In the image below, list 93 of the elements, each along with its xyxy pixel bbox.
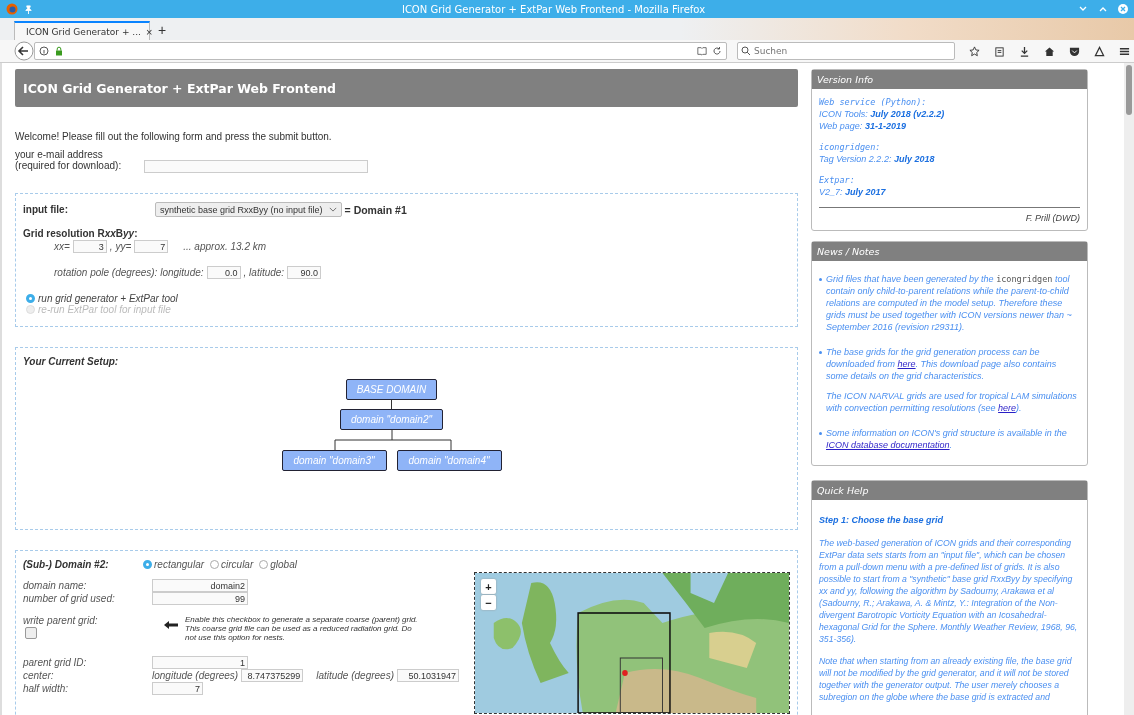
welcome-text: Welcome! Please fill out the following form and press the submit button.	[15, 131, 333, 142]
tab-close-button[interactable]: ×	[145, 25, 153, 38]
parent-grid-label: write parent grid:	[23, 615, 99, 626]
xx-label: xx=	[54, 241, 70, 252]
version-line: Extpar:	[819, 174, 856, 186]
longitude-label: longitude (degrees)	[152, 670, 239, 681]
help-text: Note that when starting from an already existing file, the base grid will not be modified by the grid generator, and it will not be stored together with the generator output. The user merely chooses a subregion on the globe where the base grid is extracted and	[819, 655, 1073, 703]
grid-number-field[interactable]: 99	[152, 592, 248, 605]
latitude-field[interactable]: 90.0	[287, 266, 322, 279]
domain-name-label: domain name:	[23, 580, 88, 591]
domain-label: = Domain #1	[344, 203, 407, 216]
input-file-label: input file:	[23, 204, 69, 215]
menu-icon[interactable]	[1119, 45, 1130, 57]
close-icon[interactable]	[1118, 4, 1128, 14]
input-file-dropdown[interactable]: synthetic base grid RxxByy (no input file)	[155, 202, 342, 217]
panel-title: Version Info	[812, 70, 1087, 89]
longitude-field[interactable]: 0.0	[206, 266, 241, 279]
shape-radio[interactable]	[210, 560, 220, 569]
grid-number-label: number of grid used:	[23, 593, 116, 604]
latitude-label: , latitude:	[243, 267, 285, 278]
back-icon[interactable]	[14, 41, 34, 61]
page-title: ICON Grid Generator + ExtPar Web Frontend	[23, 80, 337, 96]
search-field[interactable]: Suchen	[737, 42, 955, 60]
mode-label: run grid generator + ExtPar tool	[38, 293, 178, 304]
download-icon[interactable]	[1019, 45, 1030, 57]
star-icon[interactable]	[969, 45, 980, 57]
yy-field[interactable]: 7	[134, 240, 169, 253]
center-longitude-field[interactable]: 8.747375299	[241, 669, 304, 682]
parent-grid-note: Enable this checkbox to generate a separate coarse (parent) grid. This coarse grid file can be used as a reduced radiation grid. Do not use this option for nests.	[185, 615, 419, 642]
help-text: The web-based generation of ICON grids and their corresponding ExtPar data sets starts from an "input file", which can be chosen from a pull-down menu with a pre-defined list of grids. It is also possible to start from a "synthetic" base grid RxxByy by specifying xx and yy, following the algorithm by Sadourny, Arakawa et al (Sadourny, R.; Arakawa, A. & Mintz, Y.: Integration of the Non-divergent Barotropic Vorticity Equation with an Icosahedral-hexagonal Grid for the Sphere. Monthly Weather Review, 1968, 96, 351-356).	[819, 537, 1079, 645]
xx-field[interactable]: 3	[72, 240, 107, 253]
shape-radio[interactable]	[259, 560, 269, 569]
news-text: Grid files that have been generated by the icongridgen tool contain only child-to-parent relations while the parent-to-child relations are computed in the model setup. Therefore these grids must be used together with ICON versions newer than ~ September 2016 (revision r29311).	[826, 273, 1073, 333]
map-panel[interactable]: + −	[474, 572, 790, 714]
rotation-pole-label: rotation pole (degrees): longitude:	[54, 267, 204, 278]
half-width-label: half width:	[23, 683, 70, 694]
author-credit: F. Prill (DWD)	[1024, 212, 1080, 224]
grid-resolution-heading: Grid resolution RxxByy:	[23, 228, 139, 239]
reader-view-icon[interactable]	[697, 46, 707, 56]
link[interactable]: ICON database documentation	[826, 440, 950, 450]
zoom-in-button[interactable]: +	[481, 579, 496, 594]
center-label: center:	[23, 670, 55, 681]
step-heading: Step 1: Choose the base grid	[819, 514, 945, 526]
shape-label: circular	[221, 559, 254, 570]
center-latitude-field[interactable]: 50.1031947	[397, 669, 459, 682]
half-width-field[interactable]: 7	[152, 682, 203, 695]
version-line: ICON Tools: July 2018 (v2.2.2)	[819, 108, 946, 120]
version-line: Web page: 31-1-2019	[819, 120, 907, 132]
email-field[interactable]	[144, 160, 368, 173]
triangle-icon[interactable]	[1094, 45, 1105, 57]
setup-heading: Your Current Setup:	[23, 356, 120, 367]
browser-tab[interactable]: ICON Grid Generator + ... ×	[14, 21, 150, 40]
tab-title: ICON Grid Generator + ...	[26, 26, 141, 37]
reload-icon[interactable]	[712, 46, 722, 56]
pin-icon[interactable]	[24, 4, 33, 14]
zoom-out-button[interactable]: −	[481, 595, 496, 610]
mode-radio[interactable]	[26, 294, 35, 303]
parent-id-label: parent grid ID:	[23, 657, 88, 668]
mode-label: re-run ExtPar tool for input file	[38, 304, 171, 315]
version-line: Tag Version 2.2.2: July 2018	[819, 153, 936, 165]
version-line: icongridgen:	[819, 141, 882, 153]
home-icon[interactable]	[1044, 45, 1055, 57]
clipboard-icon[interactable]	[994, 45, 1005, 57]
parent-id-field[interactable]: 1	[152, 656, 248, 669]
domain-name-field[interactable]: domain2	[152, 579, 248, 592]
panel-title: Quick Help	[812, 481, 1087, 500]
version-line: Web service (Python):	[819, 96, 928, 108]
news-text: Some information on ICON's grid structure is available in the ICON database documentation.	[826, 427, 1068, 451]
email-label: your e-mail address	[15, 149, 103, 160]
resolution-estimate: ... approx. 13.2 km	[183, 241, 267, 252]
panel-title: News / Notes	[812, 242, 1087, 261]
yy-label: , yy=	[109, 241, 132, 252]
news-text: The base grids for the grid generation process can be downloaded from here. This download page also contains some details on the grid characteristics.	[826, 346, 1058, 382]
lock-icon[interactable]	[54, 46, 64, 56]
pocket-icon[interactable]	[1069, 45, 1080, 57]
latitude-label: latitude (degrees)	[316, 670, 394, 681]
arrow-left-icon	[164, 621, 178, 629]
link[interactable]: here	[897, 359, 916, 369]
version-line: V2_7: July 2017	[819, 186, 887, 198]
window-title: ICON Grid Generator + ExtPar Web Frontend - Mozilla Firefox	[400, 3, 707, 15]
email-hint: (required for download):	[15, 160, 123, 171]
shape-label: global	[270, 559, 297, 570]
scrollbar[interactable]	[1124, 63, 1134, 715]
info-icon[interactable]	[39, 46, 49, 56]
news-text: The ICON NARVAL grids are used for tropical LAM simulations with convection permitting resolutions (see here).	[826, 390, 1078, 414]
caret-icon	[328, 207, 337, 212]
parent-grid-checkbox[interactable]	[25, 627, 37, 639]
search-icon	[741, 46, 751, 56]
new-tab-button[interactable]: +	[158, 22, 167, 38]
firefox-logo-icon	[6, 3, 18, 15]
shape-label: rectangular	[154, 559, 205, 570]
shape-radio[interactable]	[143, 560, 152, 569]
domain-heading: (Sub-) Domain #2:	[23, 559, 110, 570]
